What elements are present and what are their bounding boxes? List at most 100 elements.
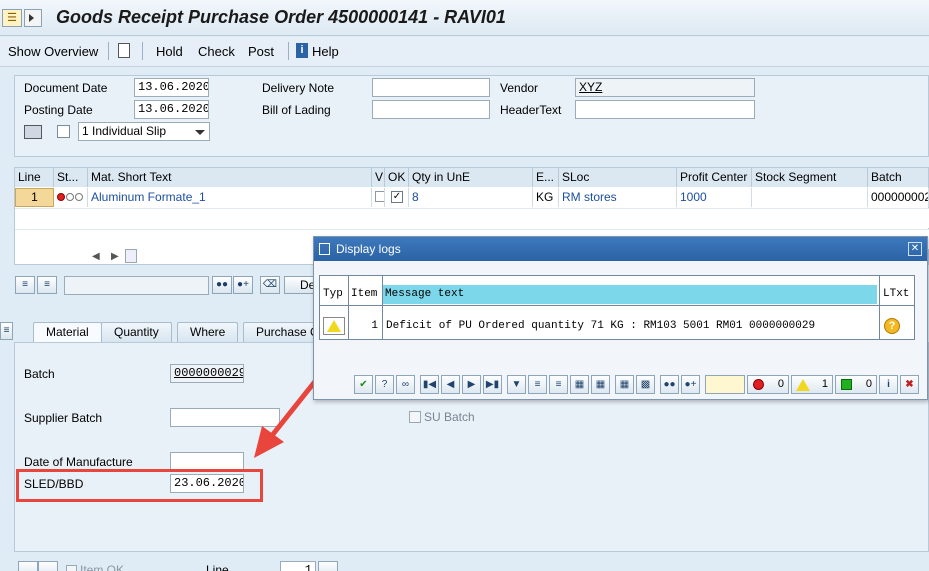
display-logs-dialog: Display logs ✕ Typ Item Message text LTx… <box>313 236 928 400</box>
success-count-button[interactable]: 0 <box>835 375 877 394</box>
delivery-note-field[interactable] <box>372 78 490 97</box>
v-checkbox[interactable] <box>375 191 384 202</box>
log-row-message[interactable]: Deficit of PU Ordered quantity 71 KG : R… <box>383 315 878 337</box>
table-cell-profit-center[interactable]: 1000 <box>677 188 752 207</box>
supplier-batch-label: Supplier Batch <box>24 411 103 425</box>
warning-count-button[interactable]: 1 <box>791 375 833 394</box>
toolbar-separator <box>142 42 143 60</box>
col-status[interactable]: St... <box>54 168 88 187</box>
dropdown-icon[interactable] <box>24 9 42 27</box>
sort-ascending-icon[interactable]: ≡ <box>528 375 547 394</box>
document-date-field[interactable]: 13.06.2020 <box>134 78 209 97</box>
col-qty[interactable]: Qty in UnE <box>409 168 533 187</box>
hold-button[interactable]: Hold <box>156 44 183 59</box>
header-text-field[interactable] <box>575 100 755 119</box>
help-circle-icon[interactable]: ? <box>375 375 394 394</box>
new-document-icon[interactable] <box>118 43 130 58</box>
line-select-icon[interactable] <box>318 561 338 571</box>
export-icon[interactable]: ▦ <box>615 375 634 394</box>
expand-all-icon[interactable]: ≡ <box>15 276 35 294</box>
tab-where[interactable]: Where <box>177 322 239 342</box>
table-row-line[interactable]: 1 <box>15 188 54 207</box>
table-cell-material[interactable]: Aluminum Formate_1 <box>88 188 372 207</box>
error-count-button[interactable]: 0 <box>747 375 789 394</box>
su-batch-checkbox[interactable] <box>409 411 421 423</box>
horizontal-scrollbar-thumb[interactable] <box>125 249 137 263</box>
layout-icon[interactable]: ▦ <box>570 375 589 394</box>
arrow-head <box>254 426 284 458</box>
document-date-label: Document Date <box>24 81 108 95</box>
col-line[interactable]: Line <box>15 168 54 187</box>
scroll-left-icon[interactable]: ◀ <box>92 251 100 262</box>
continue-icon[interactable]: ✔ <box>354 375 373 394</box>
table-cell-qty[interactable]: 8 <box>409 188 533 207</box>
tab-quantity[interactable]: Quantity <box>101 322 172 342</box>
change-layout-icon[interactable]: ▦ <box>591 375 610 394</box>
tab-material[interactable]: Material <box>33 322 102 342</box>
collapse-all-icon[interactable]: ≡ <box>37 276 57 294</box>
batch-label: Batch <box>24 367 55 381</box>
bill-of-lading-field[interactable] <box>372 100 490 119</box>
col-v[interactable]: V <box>372 168 385 187</box>
find-icon[interactable]: ●● <box>212 276 232 294</box>
dom-label: Date of Manufacture <box>24 455 133 469</box>
find-next-icon[interactable]: ●+ <box>233 276 253 294</box>
next-page-icon[interactable]: ▶ <box>462 375 481 394</box>
ok-checkbox[interactable]: ✓ <box>391 191 403 203</box>
menu-icon[interactable]: ☰ <box>2 9 22 27</box>
first-page-icon[interactable]: ▮◀ <box>420 375 439 394</box>
tab-list-icon[interactable]: ≡ <box>0 322 13 340</box>
print-checkbox[interactable] <box>57 125 70 138</box>
prev-item-icon[interactable] <box>38 561 58 571</box>
trash-icon[interactable]: ⌫ <box>260 276 280 294</box>
filter-icon[interactable]: ▼ <box>507 375 526 394</box>
message-filter-field[interactable] <box>705 375 745 394</box>
status-green-light-icon <box>75 193 83 201</box>
find-binoculars-icon[interactable]: ●● <box>660 375 679 394</box>
posting-date-field[interactable]: 13.06.2020 <box>134 100 209 119</box>
warning-icon <box>327 320 341 332</box>
detail-glasses-icon[interactable]: ∞ <box>396 375 415 394</box>
col-material[interactable]: Mat. Short Text <box>88 168 372 187</box>
log-col-type[interactable]: Typ <box>320 285 348 304</box>
col-ok[interactable]: OK <box>385 168 409 187</box>
col-profit-center[interactable]: Profit Center <box>677 168 752 187</box>
last-page-icon[interactable]: ▶▮ <box>483 375 502 394</box>
col-sloc[interactable]: SLoc <box>559 168 677 187</box>
first-item-icon[interactable] <box>18 561 38 571</box>
show-overview-button[interactable]: Show Overview <box>8 44 98 59</box>
printer-icon[interactable] <box>24 125 42 139</box>
col-batch[interactable]: Batch <box>868 168 929 187</box>
log-col-message[interactable]: Message text <box>382 285 878 304</box>
line-field[interactable]: 1 <box>280 561 316 571</box>
header-text-label: HeaderText <box>500 103 562 117</box>
log-row-type <box>323 317 345 335</box>
help-icon[interactable]: i <box>296 43 308 58</box>
slip-select[interactable]: 1 Individual Slip <box>78 122 210 141</box>
post-button[interactable]: Post <box>248 44 274 59</box>
table-cell-sloc[interactable]: RM stores <box>559 188 677 207</box>
vendor-field[interactable]: XYZ <box>575 78 755 97</box>
log-col-item[interactable]: Item <box>348 285 382 304</box>
col-stock-segment[interactable]: Stock Segment <box>752 168 868 187</box>
cancel-icon[interactable]: ✖ <box>900 375 919 394</box>
print-icon[interactable]: ▩ <box>636 375 655 394</box>
long-text-help-icon[interactable]: ? <box>884 318 900 334</box>
log-col-ltxt[interactable]: LTxt <box>880 285 914 304</box>
info-icon[interactable]: i <box>879 375 898 394</box>
find-next-binoculars-icon[interactable]: ●+ <box>681 375 700 394</box>
table-cell-stock-segment[interactable] <box>752 188 868 207</box>
item-ok-checkbox[interactable] <box>66 565 77 571</box>
batch-field[interactable]: 0000000029 <box>170 364 244 383</box>
sort-descending-icon[interactable]: ≡ <box>549 375 568 394</box>
table-cell-batch[interactable]: 000000002 <box>868 188 929 207</box>
previous-page-icon[interactable]: ◀ <box>441 375 460 394</box>
close-icon[interactable]: ✕ <box>908 242 922 256</box>
check-button[interactable]: Check <box>198 44 235 59</box>
help-button[interactable]: Help <box>312 44 339 59</box>
posting-date-label: Posting Date <box>24 103 93 117</box>
scroll-right-icon[interactable]: ▶ <box>111 251 119 262</box>
col-unit[interactable]: E... <box>533 168 559 187</box>
delete-button[interactable]: De <box>284 276 314 294</box>
item-search-field[interactable] <box>64 276 209 295</box>
